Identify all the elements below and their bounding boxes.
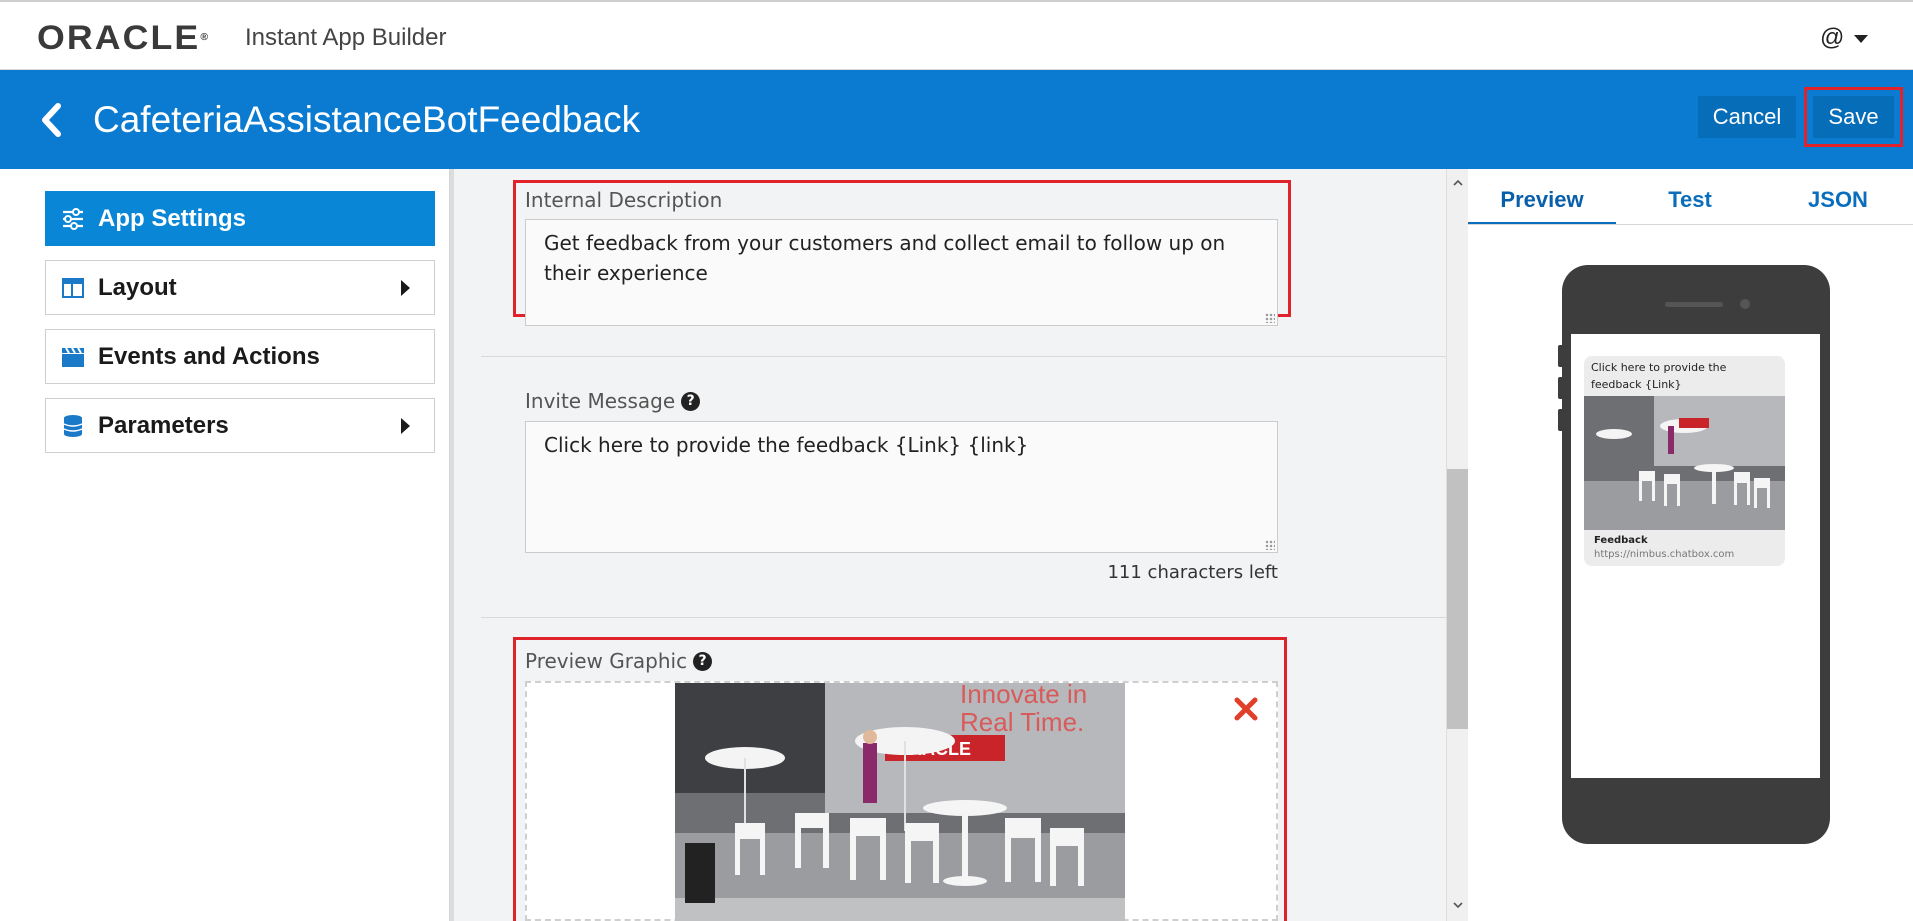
chat-card-title: Feedback	[1594, 535, 1648, 546]
save-highlight: Save	[1804, 87, 1903, 147]
tab-test[interactable]: Test	[1616, 177, 1764, 225]
user-menu[interactable]: @	[1820, 24, 1869, 52]
sidebar-item-app-settings[interactable]: App Settings	[45, 191, 435, 246]
scroll-thumb[interactable]	[1447, 469, 1469, 729]
oracle-logo: ORACLE®	[37, 19, 209, 57]
clapperboard-icon	[62, 346, 84, 367]
caret-down-icon	[1854, 34, 1869, 43]
sliders-icon	[63, 207, 83, 230]
chat-card-footer[interactable]: Feedback https://nimbus.chatbox.com	[1584, 530, 1785, 566]
preview-graphic-dropzone[interactable]: Innovate in Real Time. ORACLE	[525, 681, 1278, 921]
help-icon[interactable]: ?	[681, 392, 701, 411]
invite-message-label: Invite Message?	[525, 389, 701, 413]
caret-right-icon	[401, 280, 410, 296]
sidebar-item-label: Events and Actions	[98, 342, 320, 370]
resize-handle-icon[interactable]	[1265, 540, 1275, 550]
chevron-down-icon[interactable]	[1452, 899, 1464, 911]
sidebar-item-label: App Settings	[98, 204, 246, 232]
chat-bubble-text: Click here to provide the feedback {Link…	[1591, 361, 1727, 391]
main-content: Internal Description Get feedback from y…	[454, 169, 1446, 921]
app-name: Instant App Builder	[245, 24, 447, 51]
tab-preview[interactable]: Preview	[1468, 177, 1616, 225]
sidebar: App Settings Layout Events and Actions P…	[0, 169, 450, 921]
phone-button	[1558, 377, 1564, 399]
sidebar-item-layout[interactable]: Layout	[45, 260, 435, 315]
preview-graphic-image: Innovate in Real Time. ORACLE	[675, 683, 1125, 921]
preview-pane: Preview Test JSON Click here to provide …	[1468, 169, 1913, 921]
section-divider	[481, 617, 1446, 618]
internal-description-field[interactable]: Get feedback from your customers and col…	[525, 219, 1278, 326]
preview-graphic-label: Preview Graphic?	[525, 649, 713, 673]
chars-left-counter: 111 characters left	[1107, 562, 1278, 583]
phone-button	[1558, 345, 1564, 367]
chevron-left-icon[interactable]	[36, 100, 66, 140]
svg-text:Real Time.: Real Time.	[960, 707, 1084, 737]
chat-card-image	[1584, 396, 1785, 530]
invite-message-value: Click here to provide the feedback {Link…	[544, 433, 1029, 457]
phone-camera	[1740, 299, 1750, 309]
internal-description-label: Internal Description	[525, 188, 723, 212]
chat-bubble: Click here to provide the feedback {Link…	[1584, 356, 1785, 566]
caret-right-icon	[401, 418, 410, 434]
main-scrollbar[interactable]	[1446, 169, 1469, 921]
phone-speaker	[1665, 302, 1723, 307]
chevron-up-icon[interactable]	[1452, 177, 1464, 189]
help-icon[interactable]: ?	[693, 652, 713, 671]
sidebar-item-label: Parameters	[98, 411, 229, 439]
chat-card-url: https://nimbus.chatbox.com	[1594, 549, 1735, 560]
tab-json[interactable]: JSON	[1764, 177, 1912, 225]
user-menu-label: @	[1820, 24, 1845, 51]
sidebar-item-label: Layout	[98, 273, 177, 301]
cancel-button[interactable]: Cancel	[1698, 96, 1796, 138]
tabs-divider	[1468, 224, 1913, 225]
section-divider	[481, 356, 1446, 357]
database-icon	[63, 414, 83, 437]
sidebar-item-parameters[interactable]: Parameters	[45, 398, 435, 453]
phone-mockup: Click here to provide the feedback {Link…	[1558, 265, 1830, 844]
page-header: CafeteriaAssistanceBotFeedback Cancel Sa…	[0, 70, 1913, 169]
sidebar-item-events-actions[interactable]: Events and Actions	[45, 329, 435, 384]
phone-screen: Click here to provide the feedback {Link…	[1571, 334, 1820, 778]
svg-text:Innovate in: Innovate in	[960, 683, 1087, 709]
top-bar: ORACLE® Instant App Builder @	[0, 0, 1913, 70]
page-title: CafeteriaAssistanceBotFeedback	[93, 99, 641, 140]
layout-icon	[62, 277, 84, 298]
internal-description-value: Get feedback from your customers and col…	[544, 231, 1226, 285]
phone-button	[1558, 409, 1564, 431]
close-icon[interactable]	[1232, 695, 1260, 723]
resize-handle-icon[interactable]	[1265, 313, 1275, 323]
invite-message-field[interactable]: Click here to provide the feedback {Link…	[525, 421, 1278, 553]
save-button[interactable]: Save	[1813, 96, 1894, 138]
